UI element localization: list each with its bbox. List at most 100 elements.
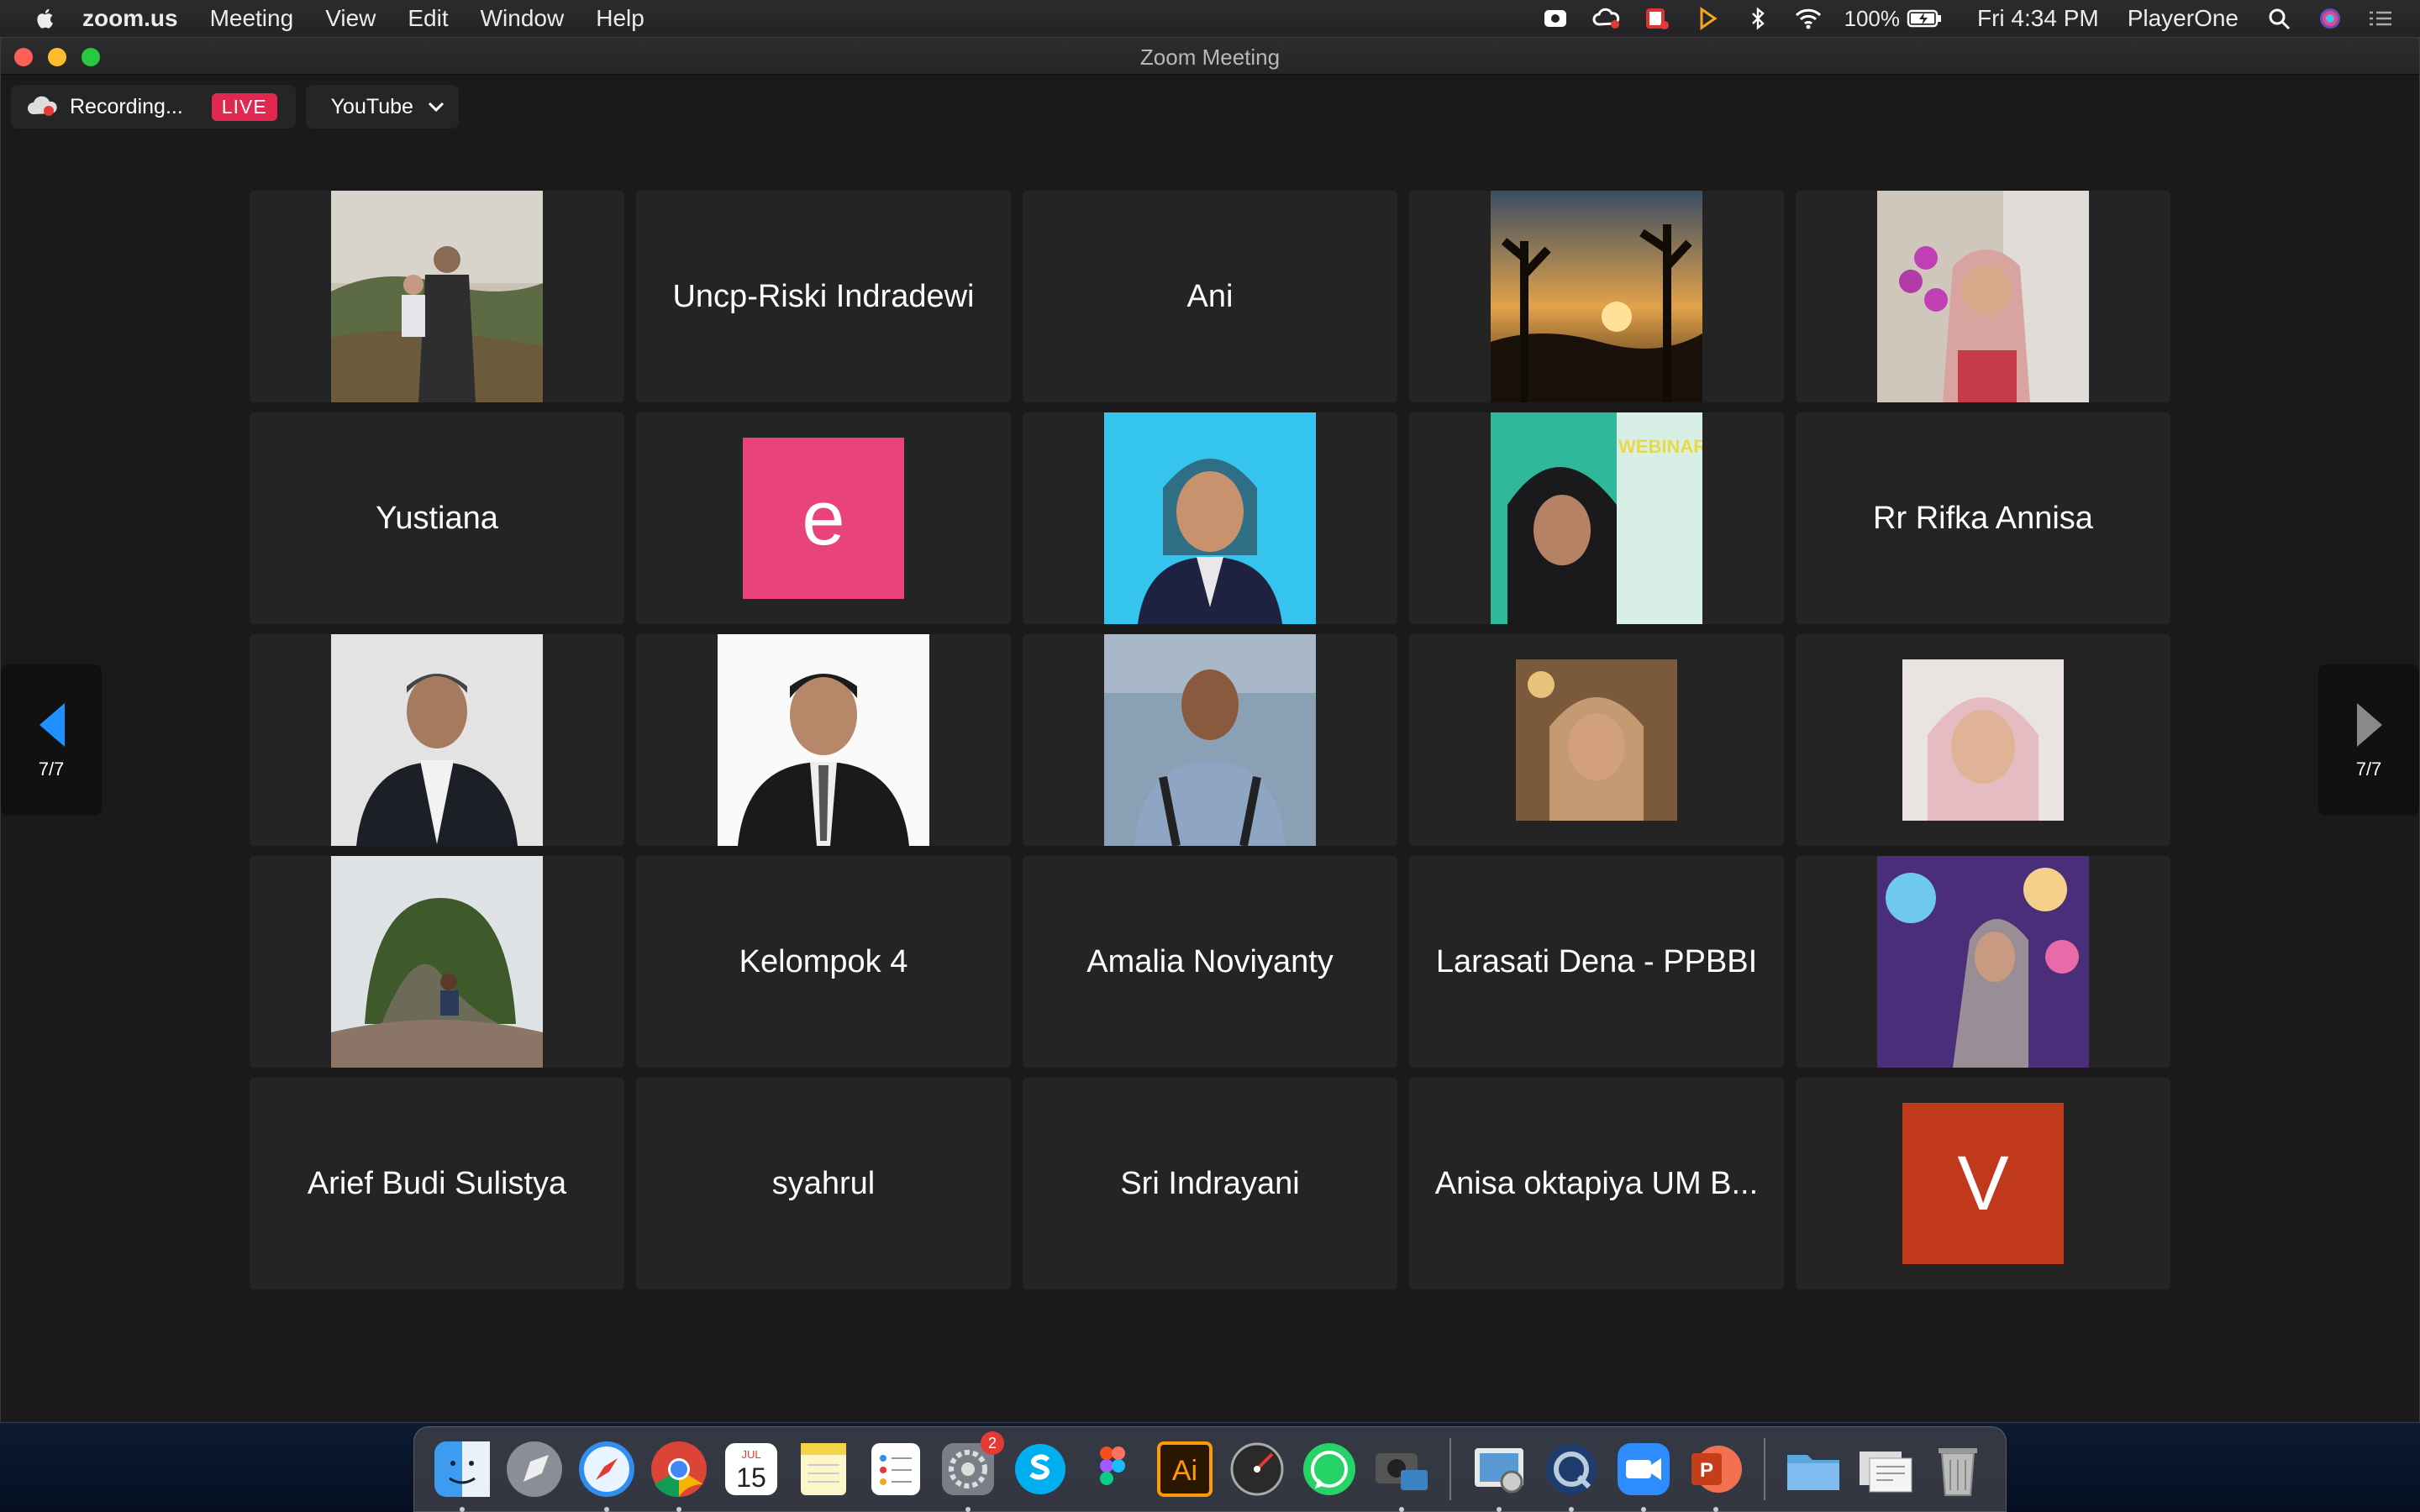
participant-name: Arief Budi Sulistya <box>307 1165 567 1201</box>
recent-files-stack-icon[interactable] <box>1854 1438 1917 1500</box>
title-bar[interactable]: Zoom Meeting <box>1 38 2419 75</box>
participant-tile[interactable]: V <box>1796 1078 2170 1289</box>
user-name[interactable]: PlayerOne <box>2128 5 2238 32</box>
app-menu[interactable]: zoom.us <box>82 5 178 32</box>
zoom-icon[interactable] <box>1612 1438 1675 1512</box>
participant-tile[interactable]: Rr Rifka Annisa <box>1796 412 2170 624</box>
participant-tile[interactable]: Sri Indrayani <box>1023 1078 1397 1289</box>
participant-tile[interactable] <box>1796 191 2170 402</box>
siri-icon[interactable] <box>2316 6 2344 31</box>
participant-photo <box>1104 634 1316 846</box>
finder-icon[interactable] <box>431 1438 493 1512</box>
participant-tile[interactable]: e <box>636 412 1011 624</box>
notes-icon[interactable] <box>792 1438 855 1500</box>
clock[interactable]: Fri 4:34 PM <box>1977 5 2099 32</box>
participant-tile[interactable] <box>1409 191 1784 402</box>
play-icon[interactable] <box>1693 6 1722 31</box>
trash-icon[interactable] <box>1927 1438 1989 1500</box>
participant-tile[interactable]: Ani <box>1023 191 1397 402</box>
participant-name: Uncp-Riski Indradewi <box>672 278 975 314</box>
battery-charging-icon[interactable] <box>1907 6 1944 31</box>
stream-target-label: YouTube <box>330 94 413 118</box>
figma-icon[interactable] <box>1081 1438 1144 1500</box>
participant-tile[interactable] <box>636 634 1011 846</box>
powerpoint-icon[interactable]: P <box>1685 1438 1747 1512</box>
menu-window[interactable]: Window <box>481 5 565 32</box>
participant-name: syahrul <box>771 1165 876 1201</box>
participant-photo <box>1516 659 1677 821</box>
screen-record-icon[interactable] <box>1542 6 1570 31</box>
cloud-recording-icon <box>28 96 57 116</box>
participant-tile[interactable]: Kelompok 4 <box>636 856 1011 1068</box>
participant-tile[interactable] <box>1023 412 1397 624</box>
participant-tile[interactable]: Yustiana <box>250 412 624 624</box>
participant-tile[interactable] <box>250 191 624 402</box>
participant-tile[interactable]: Amalia Noviyanty <box>1023 856 1397 1068</box>
wifi-icon[interactable] <box>1794 6 1823 31</box>
zoom-window: Zoom Meeting Recording... LIVE YouTube 7… <box>0 37 2420 1423</box>
participant-tile[interactable]: Anisa oktapiya UM B... <box>1409 1078 1784 1289</box>
stream-target-dropdown[interactable]: YouTube <box>305 85 459 129</box>
participant-photo <box>331 191 543 402</box>
preview-icon[interactable] <box>1468 1438 1530 1512</box>
participant-tile[interactable] <box>250 634 624 846</box>
participant-tile[interactable] <box>250 856 624 1068</box>
creative-cloud-icon[interactable] <box>1592 6 1621 31</box>
reminders-icon[interactable] <box>865 1438 927 1500</box>
dock: JUL 15 2 Ai P <box>413 1426 2007 1512</box>
participant-tile[interactable] <box>1409 634 1784 846</box>
participant-photo <box>1877 856 2089 1068</box>
participant-tile[interactable] <box>1796 634 2170 846</box>
participant-name: Anisa oktapiya UM B... <box>1434 1165 1759 1201</box>
bluetooth-icon[interactable] <box>1744 6 1772 31</box>
participant-photo <box>331 634 543 846</box>
participant-tile[interactable] <box>1796 856 2170 1068</box>
participant-name: Ani <box>1186 278 1234 314</box>
recording-label: Recording... <box>70 94 183 118</box>
next-page-button[interactable]: 7/7 <box>2318 664 2419 816</box>
chrome-icon[interactable] <box>648 1438 710 1512</box>
launchpad-icon[interactable] <box>503 1438 566 1500</box>
notification-center-icon[interactable] <box>2366 6 2395 31</box>
menu-help[interactable]: Help <box>596 5 644 32</box>
documents-folder-icon[interactable] <box>1782 1438 1844 1500</box>
participant-tile[interactable] <box>1023 634 1397 846</box>
screenshot-camera-icon[interactable] <box>1370 1438 1433 1512</box>
participant-photo: WEBINAR <box>1491 412 1702 624</box>
participant-tile[interactable]: WEBINAR <box>1409 412 1784 624</box>
avatar-letter: V <box>1957 1140 2009 1226</box>
calendar-icon[interactable]: JUL 15 <box>720 1438 782 1500</box>
previous-page-button[interactable]: 7/7 <box>1 664 102 816</box>
spotlight-search-icon[interactable] <box>2265 6 2294 31</box>
quicktime-icon[interactable] <box>1540 1438 1602 1512</box>
app-alert-icon[interactable] <box>1643 6 1671 31</box>
participant-tile[interactable]: Arief Budi Sulistya <box>250 1078 624 1289</box>
notification-badge: 2 <box>981 1431 1004 1455</box>
menu-meeting[interactable]: Meeting <box>210 5 294 32</box>
participant-name: Rr Rifka Annisa <box>1873 500 2093 536</box>
system-preferences-icon[interactable]: 2 <box>937 1431 1004 1512</box>
calendar-month: JUL <box>741 1448 760 1461</box>
window-title: Zoom Meeting <box>1139 45 1281 70</box>
participant-tile[interactable]: Larasati Dena - PPBBI <box>1409 856 1784 1068</box>
participant-tile[interactable]: Uncp-Riski Indradewi <box>636 191 1011 402</box>
recording-indicator[interactable]: Recording... LIVE <box>11 85 296 129</box>
participant-name: Yustiana <box>376 500 498 536</box>
apple-icon[interactable] <box>32 5 59 32</box>
participant-name: Sri Indrayani <box>1120 1165 1300 1201</box>
whatsapp-icon[interactable] <box>1298 1438 1360 1500</box>
illustrator-icon[interactable]: Ai <box>1154 1438 1216 1500</box>
page-indicator-left: 7/7 <box>38 759 65 780</box>
menu-view[interactable]: View <box>325 5 376 32</box>
illustrator-label: Ai <box>1172 1455 1197 1487</box>
battery-percentage[interactable]: 100% <box>1844 6 1901 32</box>
participant-photo <box>1491 191 1702 402</box>
powerpoint-label: P <box>1700 1459 1713 1482</box>
safari-icon[interactable] <box>576 1438 638 1512</box>
avatar-letter: e <box>802 475 845 561</box>
skype-icon[interactable] <box>1009 1438 1071 1500</box>
menu-edit[interactable]: Edit <box>408 5 448 32</box>
participant-tile[interactable]: syahrul <box>636 1078 1011 1289</box>
live-badge: LIVE <box>211 92 277 121</box>
network-radar-icon[interactable] <box>1226 1438 1288 1500</box>
